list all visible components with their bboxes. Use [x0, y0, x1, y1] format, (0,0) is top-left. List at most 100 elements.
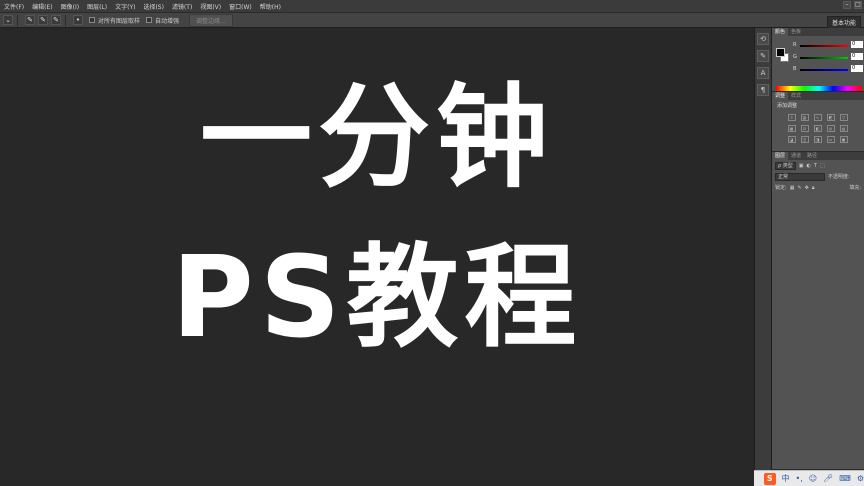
blend-mode-select[interactable]: 正常: [775, 172, 825, 181]
menu-layer[interactable]: 图层(L): [83, 2, 111, 11]
hue-saturation-icon[interactable]: ▦: [787, 125, 796, 132]
brightness-icon[interactable]: ☼: [787, 114, 796, 121]
brush-preset-icon[interactable]: ⌄: [3, 15, 13, 25]
layer-filter-row: ρ 类型 ▣ ◐ T ⬚: [772, 160, 864, 171]
gradient-map-icon[interactable]: ▭: [826, 136, 835, 143]
selective-color-icon[interactable]: ▣: [839, 136, 848, 143]
slider-blue-track[interactable]: [800, 69, 848, 71]
refine-edge-button[interactable]: 调整边缘...: [189, 13, 233, 27]
keyboard-icon[interactable]: ⌨: [839, 474, 851, 483]
lock-paint-icon[interactable]: ✎: [797, 185, 801, 191]
lock-move-icon[interactable]: ✥: [805, 185, 809, 191]
tab-adjustments[interactable]: 调整: [772, 92, 789, 100]
exposure-icon[interactable]: ◩: [826, 114, 835, 121]
slider-green-value[interactable]: 0: [851, 53, 863, 60]
color-panel-tabs: 颜色 色板: [772, 28, 864, 36]
tab-layers[interactable]: 图层: [772, 152, 789, 160]
color-spectrum[interactable]: [776, 86, 862, 91]
add-selection-icon[interactable]: ✎: [38, 15, 48, 25]
divider: [17, 14, 18, 26]
subtract-selection-icon[interactable]: ✎: [51, 15, 61, 25]
paragraph-icon[interactable]: ¶: [757, 84, 769, 96]
layer-kind-filter[interactable]: ρ 类型: [775, 161, 796, 170]
menu-file[interactable]: 文件(F): [0, 2, 28, 11]
ime-mode-indicator[interactable]: 中: [782, 473, 790, 484]
tab-color[interactable]: 颜色: [772, 28, 789, 36]
adjustments-panel: 调整 样式 添加调整 ☼ ▥ ∿ ◩ ▽ ▦ ⚖ ◧ ◎ ▤ ◪ ◫ ◨ ▭ ▣: [772, 92, 864, 152]
type-icon[interactable]: A: [757, 67, 769, 79]
posterize-icon[interactable]: ◫: [800, 136, 809, 143]
tab-swatches[interactable]: 色板: [788, 28, 804, 36]
slider-green[interactable]: G 0: [793, 53, 863, 62]
filter-pixel-icon[interactable]: ▣: [799, 163, 804, 169]
tab-styles[interactable]: 样式: [788, 92, 804, 100]
filter-type-icon[interactable]: T: [814, 163, 817, 169]
vibrance-icon[interactable]: ▽: [839, 114, 848, 121]
filter-adjust-icon[interactable]: ◐: [807, 163, 811, 169]
filter-shape-icon[interactable]: ⬚: [820, 163, 825, 169]
restore-button[interactable]: □: [854, 1, 862, 9]
divider: [65, 14, 66, 26]
channel-mixer-icon[interactable]: ▤: [839, 125, 848, 132]
foreground-color-swatch[interactable]: [776, 48, 785, 57]
menu-type[interactable]: 文字(Y): [111, 2, 139, 11]
lock-transparent-icon[interactable]: ▦: [790, 185, 795, 191]
sogou-logo-icon[interactable]: S: [764, 472, 776, 485]
emoji-icon[interactable]: ☺: [809, 474, 817, 483]
microphone-icon[interactable]: 🎤︎: [823, 474, 833, 483]
layers-panel: 图层 通道 路径 ρ 类型 ▣ ◐ T ⬚ 正常 不透明度: 锁定: ▦ ✎ ✥…: [772, 152, 864, 470]
adjustment-icons: ☼ ▥ ∿ ◩ ▽ ▦ ⚖ ◧ ◎ ▤ ◪ ◫ ◨ ▭ ▣: [772, 114, 864, 143]
layers-panel-tabs: 图层 通道 路径: [772, 152, 864, 160]
window-controls: – □: [843, 1, 862, 9]
options-bar: ⌄ ✎ ✎ ✎ • 对所有图层取样 自动增强 调整边缘... 基本功能: [0, 12, 864, 29]
menu-help[interactable]: 帮助(H): [256, 2, 285, 11]
black-white-icon[interactable]: ◧: [813, 125, 822, 132]
auto-enhance-checkbox[interactable]: [146, 17, 153, 23]
history-icon[interactable]: ⟲: [757, 33, 769, 45]
tab-channels[interactable]: 通道: [788, 152, 804, 160]
slider-red-track[interactable]: [800, 45, 848, 47]
brush-size-icon[interactable]: •: [73, 15, 83, 25]
adjustments-panel-tabs: 调整 样式: [772, 92, 864, 100]
sample-all-layers-checkbox[interactable]: [89, 17, 95, 23]
lock-row: 锁定: ▦ ✎ ✥ 🔒︎ 填充:: [772, 182, 864, 193]
minimize-button[interactable]: –: [843, 1, 851, 9]
ime-toolbar: S 中 •, ☺ 🎤︎ ⌨ ⚙: [754, 470, 864, 486]
slider-green-label: G: [793, 54, 797, 60]
menu-image[interactable]: 图像(I): [57, 2, 83, 11]
lock-all-icon[interactable]: 🔒︎: [812, 185, 815, 191]
menu-select[interactable]: 选择(S): [139, 2, 168, 11]
invert-icon[interactable]: ◪: [787, 136, 796, 143]
sample-all-layers-label: 对所有图层取样: [98, 17, 141, 25]
curves-icon[interactable]: ∿: [813, 114, 822, 121]
menu-edit[interactable]: 编辑(E): [28, 2, 56, 11]
color-panel: 颜色 色板 R 0 G 0 B 0: [772, 28, 864, 92]
canvas-text-line-1: 一分钟: [200, 73, 554, 203]
menu-bar: 文件(F) 编辑(E) 图像(I) 图层(L) 文字(Y) 选择(S) 滤镜(T…: [0, 0, 864, 12]
slider-red[interactable]: R 0: [793, 41, 863, 50]
slider-blue-value[interactable]: 0: [851, 65, 863, 72]
slider-blue-label: B: [793, 66, 797, 72]
levels-icon[interactable]: ▥: [800, 114, 809, 121]
menu-filter[interactable]: 滤镜(T): [168, 2, 196, 11]
settings-icon[interactable]: ⚙: [857, 474, 864, 483]
punctuation-icon[interactable]: •,: [796, 474, 803, 483]
menu-view[interactable]: 视图(V): [196, 2, 225, 11]
auto-enhance-label: 自动增强: [155, 17, 180, 25]
color-balance-icon[interactable]: ⚖: [800, 125, 809, 132]
slider-green-track[interactable]: [800, 57, 848, 59]
fill-label: 填充:: [849, 185, 861, 191]
menu-window[interactable]: 窗口(W): [225, 2, 256, 11]
right-panels: 颜色 色板 R 0 G 0 B 0 调整 样式 添加调整 ☼ ▥ ∿ ◩ ▽ ▦…: [772, 28, 864, 470]
tab-paths[interactable]: 路径: [804, 152, 820, 160]
slider-red-label: R: [793, 42, 797, 48]
canvas-text-line-2: PS教程: [171, 233, 583, 363]
brush-icon[interactable]: ✎: [757, 50, 769, 62]
slider-red-value[interactable]: 0: [851, 41, 863, 48]
slider-blue[interactable]: B 0: [793, 65, 863, 74]
new-selection-icon[interactable]: ✎: [25, 15, 35, 25]
photo-filter-icon[interactable]: ◎: [826, 125, 835, 132]
document-canvas[interactable]: 一分钟 PS教程: [0, 28, 754, 486]
lock-label: 锁定:: [775, 185, 787, 191]
threshold-icon[interactable]: ◨: [813, 136, 822, 143]
